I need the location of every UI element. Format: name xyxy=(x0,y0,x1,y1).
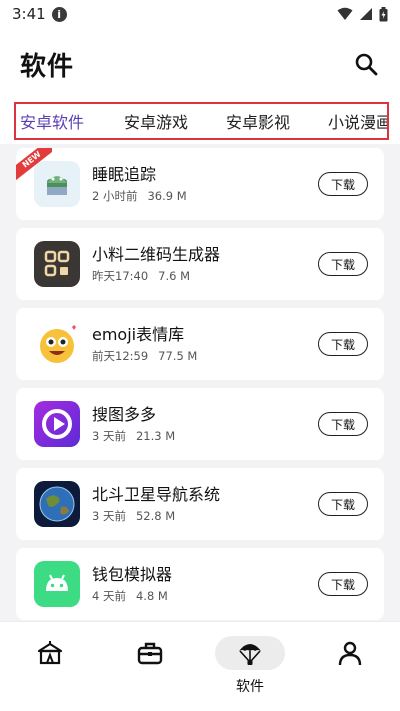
app-info: 北斗卫星导航系统 3 天前 52.8 M xyxy=(92,485,220,524)
app-header: 软件 xyxy=(0,28,400,100)
nav-tools[interactable] xyxy=(115,636,185,696)
tab-label: 安卓影视 xyxy=(226,113,291,132)
app-time: 3 天前 xyxy=(92,508,126,523)
search-icon[interactable] xyxy=(352,50,380,78)
app-time: 昨天17:40 xyxy=(92,268,149,283)
bottom-navigation: 软件 xyxy=(0,621,400,711)
page-title: 软件 xyxy=(20,51,75,82)
app-name: 北斗卫星导航系统 xyxy=(92,484,221,504)
app-name: emoji表情库 xyxy=(92,324,185,344)
nav-home[interactable] xyxy=(15,636,85,696)
app-meta: 前天12:59 77.5 M xyxy=(92,348,197,364)
app-size: 52.8 M xyxy=(135,508,176,523)
app-info: 睡眠追踪 2 小时前 36.9 M xyxy=(92,165,187,204)
earth-globe-icon xyxy=(34,481,80,527)
signal-icon xyxy=(360,8,372,20)
toolbox-icon xyxy=(115,636,185,670)
app-time: 4 天前 xyxy=(92,588,126,603)
app-info: 钱包模拟器 4 天前 4.8 M xyxy=(92,565,172,604)
tab-android-games[interactable]: 安卓游戏 xyxy=(124,109,188,133)
tab-label: 安卓游戏 xyxy=(124,113,189,132)
list-item-app[interactable]: 小料二维码生成器 昨天17:40 7.6 M 下载 xyxy=(16,228,384,300)
app-info: 搜图多多 3 天前 21.3 M xyxy=(92,405,175,444)
list-item-app[interactable]: NEW 睡眠追踪 2 小时前 36.9 M 下载 xyxy=(16,148,384,220)
app-name: 搜图多多 xyxy=(92,404,157,424)
app-meta: 3 天前 21.3 M xyxy=(92,428,175,444)
tab-android-video[interactable]: 安卓影视 xyxy=(226,109,290,133)
tab-label: 安卓软件 xyxy=(20,113,85,132)
category-tabs: 安卓软件 安卓游戏 安卓影视 小说漫画 xyxy=(14,102,389,140)
app-meta: 昨天17:40 7.6 M xyxy=(92,268,220,284)
category-tabs-bar: 安卓软件 安卓游戏 安卓影视 小说漫画 xyxy=(0,100,400,144)
status-bar: 3:41 i xyxy=(0,0,400,28)
app-time: 2 小时前 xyxy=(92,188,138,203)
home-tent-icon xyxy=(15,636,85,670)
app-size: 7.6 M xyxy=(158,268,191,283)
tab-novels-comics[interactable]: 小说漫画 xyxy=(328,109,389,133)
download-button[interactable]: 下载 xyxy=(318,572,368,596)
android-icon xyxy=(34,561,80,607)
status-time: 3:41 xyxy=(12,5,46,23)
new-badge: NEW xyxy=(16,148,52,184)
active-tab-indicator xyxy=(20,138,84,140)
app-time: 前天12:59 xyxy=(92,348,149,363)
download-button[interactable]: 下载 xyxy=(318,492,368,516)
parachute-icon xyxy=(215,636,285,670)
wifi-icon xyxy=(337,7,353,20)
list-item-app[interactable]: 搜图多多 3 天前 21.3 M 下载 xyxy=(16,388,384,460)
list-item-app[interactable]: 北斗卫星导航系统 3 天前 52.8 M 下载 xyxy=(16,468,384,540)
app-info: 小料二维码生成器 昨天17:40 7.6 M xyxy=(92,245,220,284)
app-meta: 3 天前 52.8 M xyxy=(92,508,220,524)
info-icon: i xyxy=(51,6,67,22)
app-info: emoji表情库 前天12:59 77.5 M xyxy=(92,325,197,364)
person-icon xyxy=(315,636,385,670)
app-size: 77.5 M xyxy=(158,348,198,363)
app-time: 3 天前 xyxy=(92,428,126,443)
app-meta: 2 小时前 36.9 M xyxy=(92,188,187,204)
qr-code-icon xyxy=(34,241,80,287)
download-button[interactable]: 下载 xyxy=(318,172,368,196)
app-name: 钱包模拟器 xyxy=(92,564,173,584)
tab-android-software[interactable]: 安卓软件 xyxy=(20,109,84,133)
play-image-icon xyxy=(34,401,80,447)
download-button[interactable]: 下载 xyxy=(318,252,368,276)
emoji-face-icon xyxy=(34,321,80,367)
nav-label: 软件 xyxy=(236,679,264,695)
nav-software[interactable]: 软件 xyxy=(215,636,285,696)
list-item-app[interactable]: 钱包模拟器 4 天前 4.8 M 下载 xyxy=(16,548,384,620)
app-meta: 4 天前 4.8 M xyxy=(92,588,172,604)
app-size: 4.8 M xyxy=(135,588,168,603)
tab-label: 小说漫画 xyxy=(328,113,389,132)
battery-icon xyxy=(379,6,388,21)
status-icons xyxy=(337,6,388,22)
new-badge-label: NEW xyxy=(16,148,52,184)
app-name: 睡眠追踪 xyxy=(92,164,157,184)
app-name: 小料二维码生成器 xyxy=(92,244,221,264)
download-button[interactable]: 下载 xyxy=(318,332,368,356)
list-item-app[interactable]: emoji表情库 前天12:59 77.5 M 下载 xyxy=(16,308,384,380)
nav-profile[interactable] xyxy=(315,636,385,696)
app-size: 36.9 M xyxy=(147,188,187,203)
download-button[interactable]: 下载 xyxy=(318,412,368,436)
app-size: 21.3 M xyxy=(135,428,176,443)
